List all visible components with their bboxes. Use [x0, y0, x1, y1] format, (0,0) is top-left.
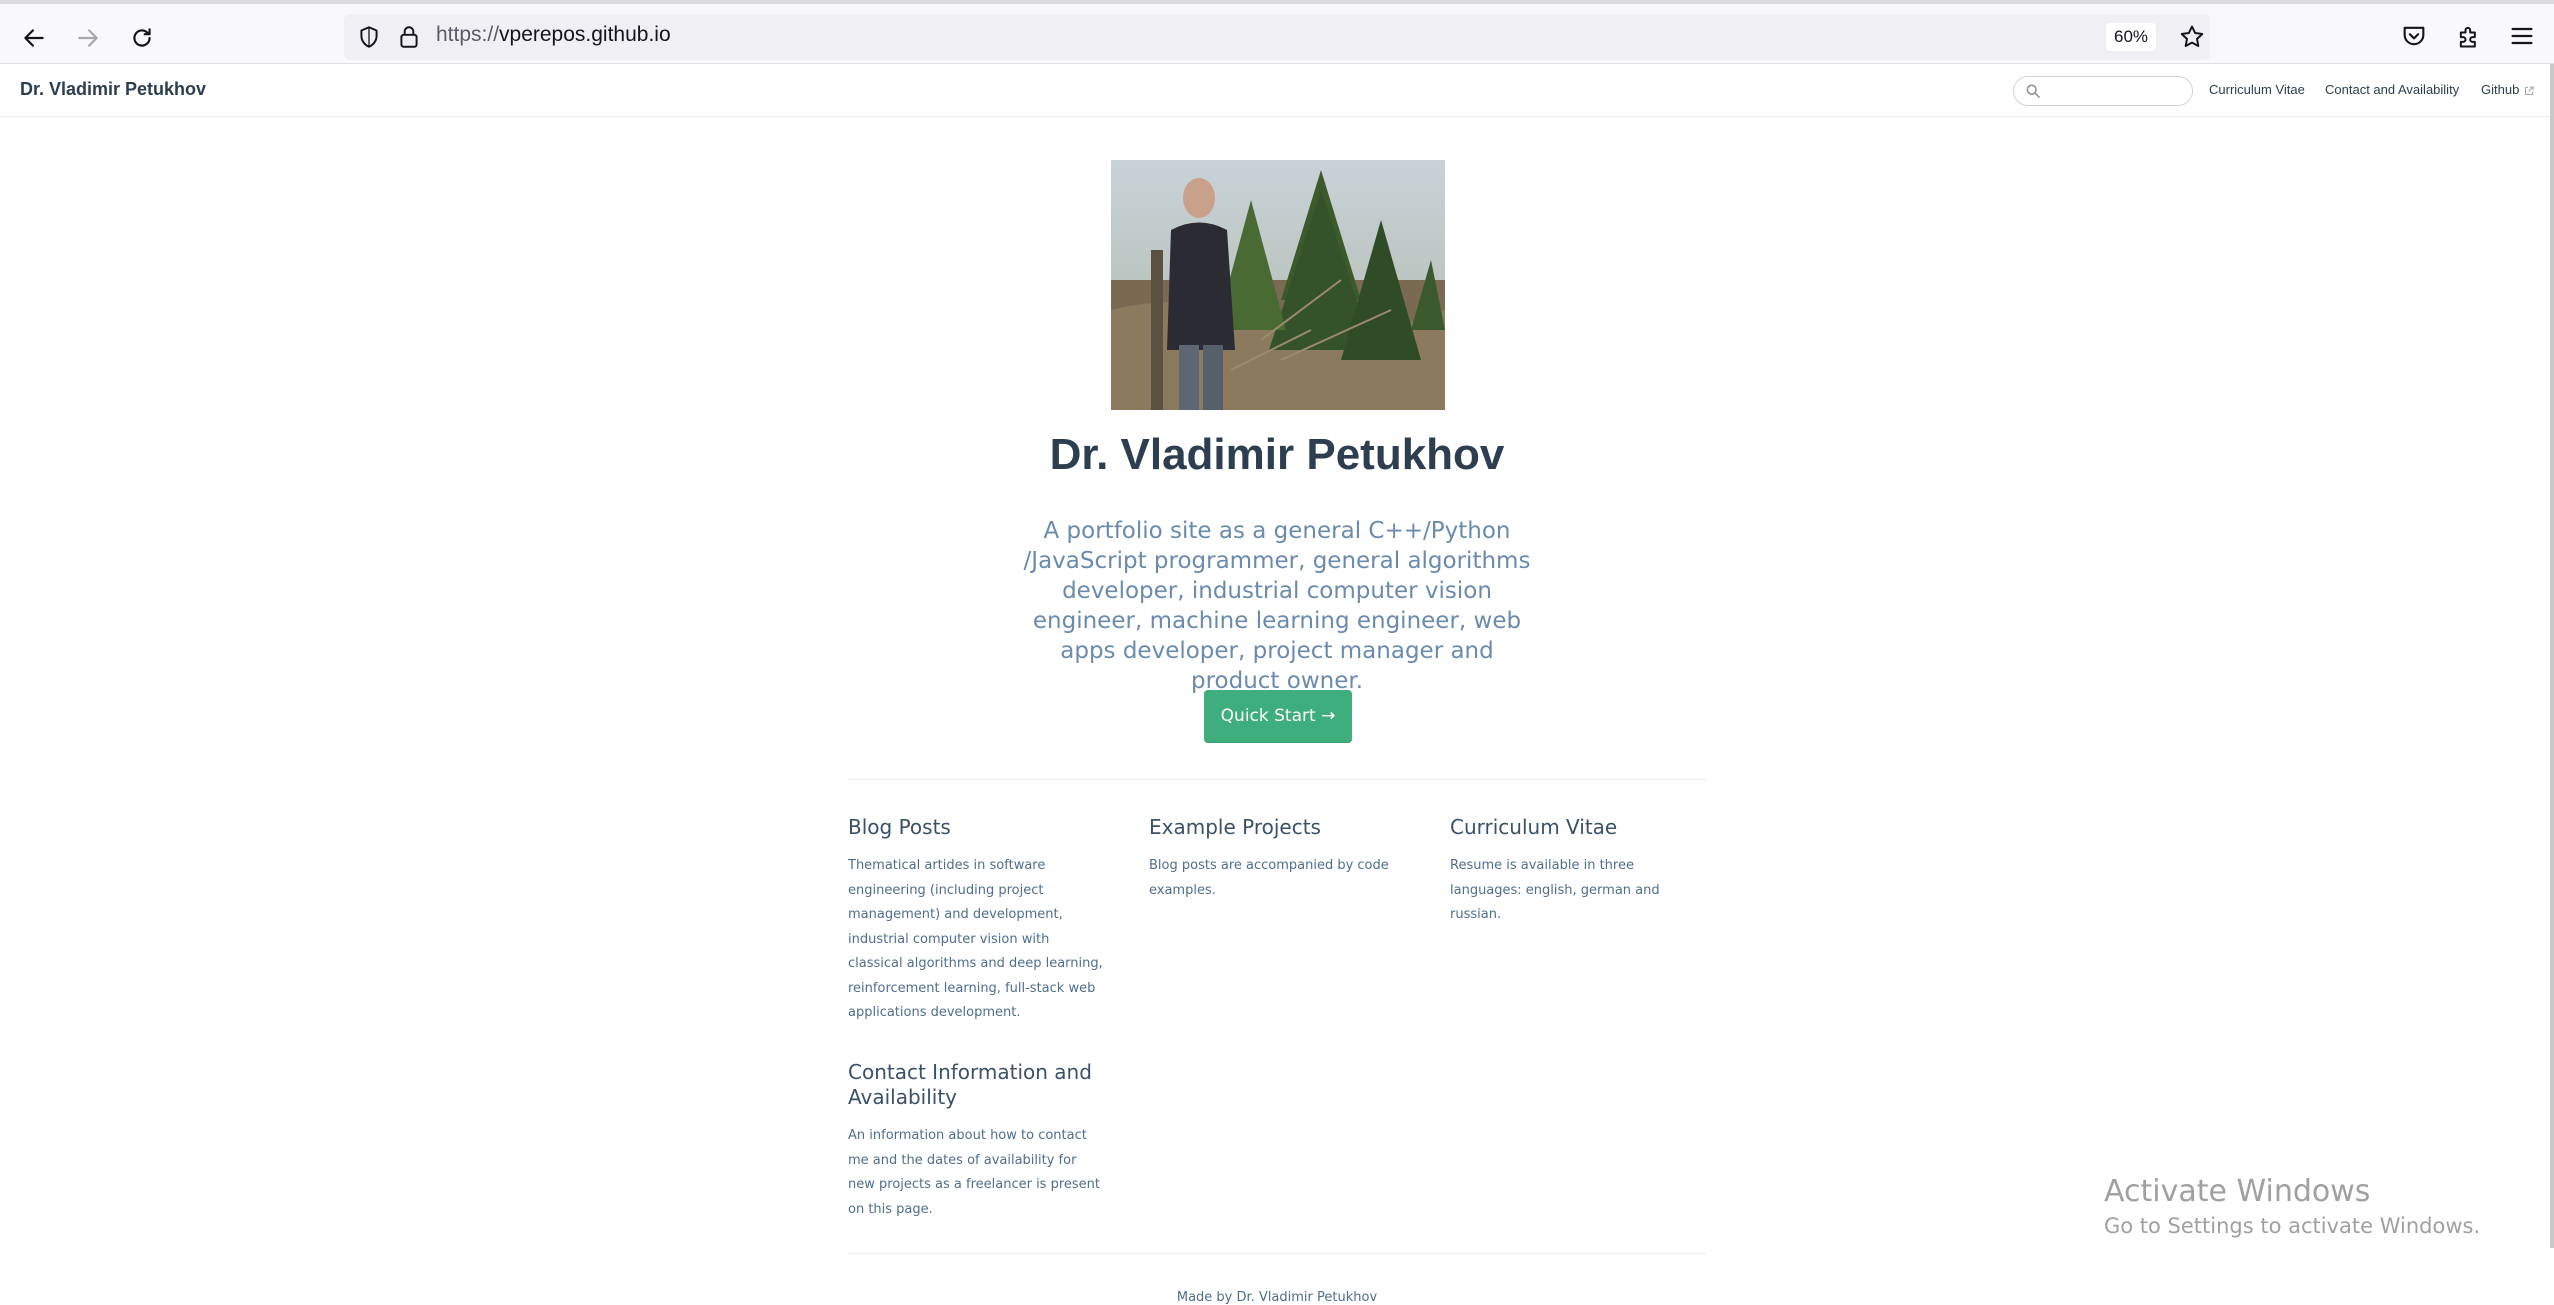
- forward-button[interactable]: [68, 18, 108, 58]
- site-navbar: Dr. Vladimir Petukhov Curriculum Vitae C…: [0, 64, 2554, 117]
- feature-text: An information about how to contact me a…: [848, 1128, 1101, 1217]
- search-box[interactable]: [2013, 76, 2193, 106]
- feature-title: Example Projects: [1149, 815, 1321, 839]
- zoom-indicator[interactable]: 60%: [2106, 23, 2156, 51]
- footer-text: Made by Dr. Vladimir Petukhov: [1176, 1290, 1378, 1305]
- back-button[interactable]: [14, 18, 54, 58]
- feature-curriculum-vitae: Curriculum Vitae Resume is available in …: [1450, 815, 1708, 928]
- nav-link-curriculum-vitae[interactable]: Curriculum Vitae: [2209, 82, 2305, 97]
- external-link-icon: [2525, 86, 2534, 95]
- page-scrollbar[interactable]: [2550, 64, 2554, 1248]
- hero-title: Dr. Vladimir Petukhov: [1049, 430, 1505, 479]
- hero-description: A portfolio site as a general C++/Python…: [1023, 518, 1531, 694]
- puzzle-icon[interactable]: [2455, 22, 2483, 50]
- footer-divider: [848, 1253, 1706, 1254]
- features-top-divider: [848, 779, 1706, 780]
- activation-watermark-subtitle: Go to Settings to activate Windows.: [2104, 1214, 2481, 1238]
- address-bar[interactable]: https://vperepos.github.io 60%: [344, 14, 2210, 60]
- feature-contact-availability: Contact Information and Availability An …: [848, 1060, 1106, 1222]
- portrait-photo: [1111, 160, 1445, 410]
- url-text[interactable]: https://vperepos.github.io: [436, 23, 671, 47]
- feature-text: Thematical artides in software engineeri…: [848, 858, 1103, 1020]
- feature-blog-posts: Blog Posts Thematical artides in softwar…: [848, 815, 1106, 1026]
- feature-title: Blog Posts: [848, 815, 951, 839]
- hero-portrait-image: [1111, 160, 1445, 410]
- url-protocol: https://: [436, 23, 500, 46]
- back-arrow-icon: [24, 29, 44, 47]
- browser-toolbar: https://vperepos.github.io 60%: [0, 4, 2554, 64]
- site-name-link[interactable]: Dr. Vladimir Petukhov: [20, 79, 206, 100]
- feature-title: Curriculum Vitae: [1450, 815, 1618, 839]
- url-host: vperepos.github.io: [499, 23, 671, 46]
- search-icon: [2026, 84, 2040, 98]
- activation-watermark-title: Activate Windows: [2104, 1174, 2371, 1209]
- nav-link-github[interactable]: Github: [2481, 82, 2534, 97]
- hamburger-menu-icon[interactable]: [2508, 22, 2536, 50]
- lock-icon[interactable]: [396, 24, 422, 50]
- search-input[interactable]: [2046, 80, 2186, 102]
- shield-icon[interactable]: [356, 24, 382, 50]
- feature-text: Resume is available in three languages: …: [1450, 858, 1660, 922]
- quick-start-button[interactable]: Quick Start →: [1204, 690, 1352, 743]
- pocket-icon[interactable]: [2400, 22, 2428, 50]
- feature-text: Blog posts are accompanied by code examp…: [1149, 858, 1389, 898]
- forward-arrow-icon: [78, 29, 98, 47]
- nav-link-github-label: Github: [2481, 82, 2520, 97]
- reload-icon: [133, 28, 151, 47]
- feature-example-projects: Example Projects Blog posts are accompan…: [1149, 815, 1407, 903]
- reload-button[interactable]: [122, 18, 162, 58]
- nav-link-contact-availability[interactable]: Contact and Availability: [2325, 82, 2459, 97]
- feature-title: Contact Information and Availability: [848, 1060, 1092, 1109]
- star-icon[interactable]: [2178, 23, 2206, 51]
